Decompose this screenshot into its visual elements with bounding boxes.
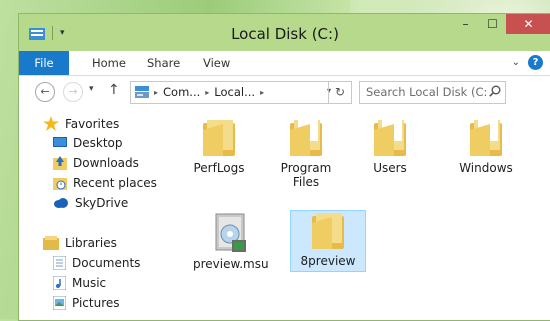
tab-home[interactable]: Home xyxy=(92,51,126,75)
folder-icon xyxy=(312,213,344,249)
file-item[interactable]: PerfLogs xyxy=(182,118,256,175)
breadcrumb: ▸ Com... ▸ Local... ▸ xyxy=(135,85,264,99)
folder-icon xyxy=(470,119,502,156)
address-bar[interactable]: ▸ Com... ▸ Local... ▸ ▾ ↻ xyxy=(130,81,352,104)
libraries-icon xyxy=(43,236,59,250)
desktop-icon xyxy=(53,137,67,147)
nav-item-label: Downloads xyxy=(73,156,139,170)
close-button[interactable]: ✕ xyxy=(506,14,550,34)
nav-libraries[interactable]: Libraries xyxy=(43,236,117,250)
nav-item-label: Recent places xyxy=(73,176,157,190)
file-name: Windows xyxy=(459,161,513,175)
navigation-bar: ← → ▾ ↑ ▸ Com... ▸ Local... ▸ ▾ ↻ xyxy=(19,76,550,108)
file-name: preview.msu xyxy=(193,257,269,271)
refresh-button[interactable]: ↻ xyxy=(328,81,352,104)
maximize-button[interactable]: ☐ xyxy=(479,14,506,34)
nav-item-skydrive[interactable]: SkyDrive xyxy=(53,196,128,210)
back-button[interactable]: ← xyxy=(35,82,55,102)
file-list: PerfLogs Program Files Users Windows pre… xyxy=(181,108,550,320)
up-button[interactable]: ↑ xyxy=(108,82,120,98)
star-icon xyxy=(43,116,59,131)
nav-item-music[interactable]: Music xyxy=(53,276,106,290)
nav-item-label: SkyDrive xyxy=(75,196,129,210)
title-bar[interactable]: ▾ Local Disk (C:) – ☐ ✕ xyxy=(19,14,550,51)
expand-ribbon-icon[interactable]: ⌄ xyxy=(512,57,520,68)
nav-item-recent-places[interactable]: Recent places xyxy=(53,176,157,190)
pictures-icon xyxy=(53,296,66,310)
file-name: 8preview xyxy=(300,254,356,268)
breadcrumb-local-disk[interactable]: Local... xyxy=(214,85,255,99)
documents-icon xyxy=(53,256,66,270)
search-box[interactable] xyxy=(359,81,506,104)
breadcrumb-separator-icon[interactable]: ▸ xyxy=(260,88,264,97)
tab-file[interactable]: File xyxy=(19,51,69,75)
recent-places-icon xyxy=(53,178,67,190)
forward-button[interactable]: → xyxy=(63,82,83,102)
search-input[interactable] xyxy=(360,82,486,101)
file-name: Program Files xyxy=(280,161,332,189)
music-icon xyxy=(53,276,66,290)
caption-buttons: – ☐ ✕ xyxy=(452,14,550,34)
minimize-button[interactable]: – xyxy=(452,14,479,34)
nav-item-downloads[interactable]: Downloads xyxy=(53,156,139,170)
nav-item-desktop[interactable]: Desktop xyxy=(53,136,123,150)
tab-share[interactable]: Share xyxy=(147,51,180,75)
help-icon[interactable]: ? xyxy=(528,55,543,70)
ribbon-right-controls: ⌄ ? xyxy=(512,55,543,70)
file-item[interactable]: Program Files xyxy=(269,118,343,189)
nav-libraries-label: Libraries xyxy=(65,236,117,250)
navigation-pane: Favorites Desktop Downloads Recent place… xyxy=(19,108,181,320)
recent-locations-icon[interactable]: ▾ xyxy=(89,84,94,94)
drive-icon xyxy=(135,86,149,98)
ribbon-tabs: File Home Share View ⌄ ? xyxy=(19,51,550,76)
folder-icon xyxy=(374,119,406,156)
nav-item-label: Desktop xyxy=(73,136,123,150)
explorer-window: ▾ Local Disk (C:) – ☐ ✕ File Home Share … xyxy=(18,13,550,321)
file-item[interactable]: Users xyxy=(353,118,427,175)
breadcrumb-separator-icon[interactable]: ▸ xyxy=(205,88,209,97)
folder-icon xyxy=(203,120,235,156)
folder-icon xyxy=(290,119,322,156)
file-item-selected[interactable]: 8preview xyxy=(290,210,366,272)
cloud-icon xyxy=(54,198,68,208)
nav-item-documents[interactable]: Documents xyxy=(53,256,140,270)
file-name: PerfLogs xyxy=(193,161,245,175)
installer-package-icon xyxy=(215,213,246,252)
nav-item-pictures[interactable]: Pictures xyxy=(53,296,120,310)
breadcrumb-computer[interactable]: Com... xyxy=(163,85,200,99)
nav-favorites-label: Favorites xyxy=(65,116,120,131)
search-icon[interactable] xyxy=(489,85,501,97)
tab-view[interactable]: View xyxy=(203,51,230,75)
file-item[interactable]: preview.msu xyxy=(193,210,269,271)
nav-item-label: Music xyxy=(72,276,107,290)
file-name: Users xyxy=(373,161,407,175)
breadcrumb-separator-icon[interactable]: ▸ xyxy=(154,88,158,97)
downloads-icon xyxy=(53,156,67,170)
nav-item-label: Pictures xyxy=(72,296,120,310)
nav-favorites[interactable]: Favorites xyxy=(43,116,119,131)
nav-item-label: Documents xyxy=(72,256,141,270)
file-item[interactable]: Windows xyxy=(449,118,523,175)
